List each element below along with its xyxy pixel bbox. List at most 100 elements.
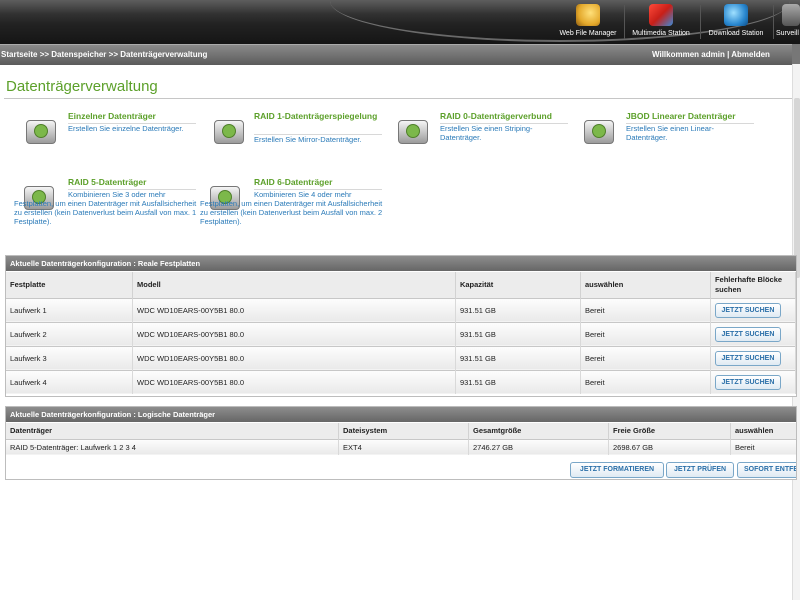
station-label: Download Station [708, 30, 764, 37]
action-cell: JETZT SUCHEN [710, 297, 796, 322]
station-web-file-manager[interactable]: Web File Manager [556, 2, 620, 42]
title-divider [4, 98, 792, 99]
status-cell: Bereit [580, 345, 711, 370]
station-download[interactable]: Download Station [704, 2, 768, 42]
option-raid1[interactable]: RAID 1-Datenträgerspiegelung Erstellen S… [206, 110, 386, 158]
model-cell: WDC WD10EARS-00Y5B1 80.0 [132, 369, 456, 394]
option-single-disk[interactable]: Einzelner Datenträger Erstellen Sie einz… [18, 110, 198, 158]
table-row: Laufwerk 2 WDC WD10EARS-00Y5B1 80.0 931.… [6, 321, 796, 346]
station-divider [700, 5, 701, 39]
single-disk-icon [22, 110, 58, 146]
option-title: RAID 5-Datenträger [68, 177, 147, 187]
logout-link[interactable]: Abmelden [731, 50, 770, 59]
option-title: JBOD Linearer Datenträger [626, 111, 736, 121]
breadcrumb: Startseite >> Datenspeicher >> Datenträg… [1, 50, 207, 59]
extra-cell [795, 345, 796, 370]
option-raid5[interactable]: RAID 5-Datenträger Kombinieren Sie 3 ode… [14, 176, 204, 238]
column-header: S [795, 272, 796, 298]
user-welcome: Willkommen admin | Abmelden [652, 50, 770, 59]
column-header: Modell [132, 272, 456, 298]
column-header: Festplatte [6, 272, 133, 298]
physical-disks-panel: Aktuelle Datenträgerkonfiguration : Real… [5, 255, 797, 397]
option-description: Kombinieren Sie 3 oder mehr Festplatten,… [14, 190, 197, 226]
free-size-cell: 2698.67 GB [608, 438, 731, 455]
physical-disks-table: Festplatte Modell Kapazität auswählen Fe… [6, 272, 796, 394]
scan-now-button[interactable]: JETZT SUCHEN [714, 350, 781, 366]
breadcrumb-current: Datenträgerverwaltung [120, 50, 208, 59]
total-size-cell: 2746.27 GB [468, 438, 609, 455]
capacity-cell: 931.51 GB [455, 321, 581, 346]
top-header: Web File Manager Multimedia Station Down… [0, 0, 800, 44]
station-label: Multimedia Station [632, 30, 690, 37]
scan-now-button[interactable]: JETZT SUCHEN [714, 302, 781, 318]
column-header: auswählen [730, 423, 796, 439]
disk-cell: Laufwerk 3 [6, 345, 133, 370]
column-header: Dateisystem [338, 423, 469, 439]
option-description: Erstellen Sie einen Linear-Datenträger. [626, 124, 714, 142]
station-divider [773, 5, 774, 39]
extra-cell [795, 369, 796, 394]
page-title: Datenträgerverwaltung [6, 78, 158, 95]
station-multimedia[interactable]: Multimedia Station [628, 2, 694, 42]
extra-cell [795, 321, 796, 346]
capacity-cell: 931.51 GB [455, 345, 581, 370]
model-cell: WDC WD10EARS-00Y5B1 80.0 [132, 297, 456, 322]
option-description: Kombinieren Sie 4 oder mehr Festplatten,… [200, 190, 383, 226]
filesystem-cell: EXT4 [338, 438, 469, 455]
action-cell: JETZT SUCHEN [710, 321, 796, 346]
breadcrumb-storage[interactable]: Datenspeicher [51, 50, 106, 59]
model-cell: WDC WD10EARS-00Y5B1 80.0 [132, 321, 456, 346]
column-header: Fehlerhafte Blöcke suchen [710, 272, 796, 298]
status-cell: Bereit [580, 369, 711, 394]
remove-now-button[interactable]: SOFORT ENTFERNEN [737, 462, 796, 478]
scan-now-button[interactable]: JETZT SUCHEN [714, 326, 781, 342]
scan-now-button[interactable]: JETZT SUCHEN [714, 374, 781, 390]
action-cell: JETZT SUCHEN [710, 369, 796, 394]
capacity-cell: 931.51 GB [455, 369, 581, 394]
station-surveillance[interactable]: Surveill [776, 2, 800, 42]
panel-header: Aktuelle Datenträgerkonfiguration : Logi… [6, 407, 796, 422]
column-header: Kapazität [455, 272, 581, 298]
option-jbod[interactable]: JBOD Linearer Datenträger Erstellen Sie … [578, 110, 758, 158]
magnifier-folder-icon [576, 4, 600, 26]
scrollbar-thumb[interactable] [794, 98, 800, 278]
status-cell: Bereit [580, 321, 711, 346]
option-description: Erstellen Sie einzelne Datenträger. [68, 124, 184, 133]
camera-icon [782, 4, 800, 26]
breadcrumb-separator: >> [108, 50, 118, 59]
breadcrumb-separator: >> [39, 50, 50, 59]
panel-header: Aktuelle Datenträgerkonfiguration : Real… [6, 256, 796, 271]
volume-cell: RAID 5-Datenträger: Laufwerk 1 2 3 4 [6, 438, 339, 455]
option-description: Erstellen Sie einen Striping-Datenträger… [440, 124, 533, 142]
breadcrumb-home[interactable]: Startseite [1, 50, 37, 59]
model-cell: WDC WD10EARS-00Y5B1 80.0 [132, 345, 456, 370]
column-header: auswählen [580, 272, 711, 298]
raid1-mirror-icon [210, 110, 246, 146]
table-row: Laufwerk 1 WDC WD10EARS-00Y5B1 80.0 931.… [6, 297, 796, 322]
welcome-text: Willkommen admin [652, 50, 725, 59]
station-divider [624, 5, 625, 39]
check-now-button[interactable]: JETZT PRÜFEN [666, 462, 734, 478]
jbod-linear-icon [580, 110, 616, 146]
logical-volumes-table: Datenträger Dateisystem Gesamtgröße Frei… [6, 423, 796, 455]
option-title: RAID 6-Datenträger [254, 177, 333, 187]
table-row: Laufwerk 3 WDC WD10EARS-00Y5B1 80.0 931.… [6, 345, 796, 370]
column-header: Datenträger [6, 423, 339, 439]
breadcrumb-bar: Startseite >> Datenspeicher >> Datenträg… [0, 44, 800, 65]
status-cell: Bereit [580, 297, 711, 322]
option-raid0[interactable]: RAID 0-Datenträgerverbund Erstellen Sie … [392, 110, 572, 158]
download-globe-icon [724, 4, 748, 26]
option-description: Erstellen Sie Mirror-Datenträger. [254, 135, 362, 144]
disk-cell: Laufwerk 2 [6, 321, 133, 346]
option-title: Einzelner Datenträger [68, 111, 156, 121]
column-header: Gesamtgröße [468, 423, 609, 439]
disk-cell: Laufwerk 4 [6, 369, 133, 394]
table-row: RAID 5-Datenträger: Laufwerk 1 2 3 4 EXT… [6, 438, 796, 455]
station-label: Surveill [776, 30, 799, 37]
option-title: RAID 1-Datenträgerspiegelung [254, 111, 378, 121]
option-raid6[interactable]: RAID 6-Datenträger Kombinieren Sie 4 ode… [200, 176, 390, 238]
station-label: Web File Manager [559, 30, 617, 37]
format-now-button[interactable]: JETZT FORMATIEREN [570, 462, 664, 478]
action-cell: JETZT SUCHEN [710, 345, 796, 370]
extra-cell [795, 297, 796, 322]
